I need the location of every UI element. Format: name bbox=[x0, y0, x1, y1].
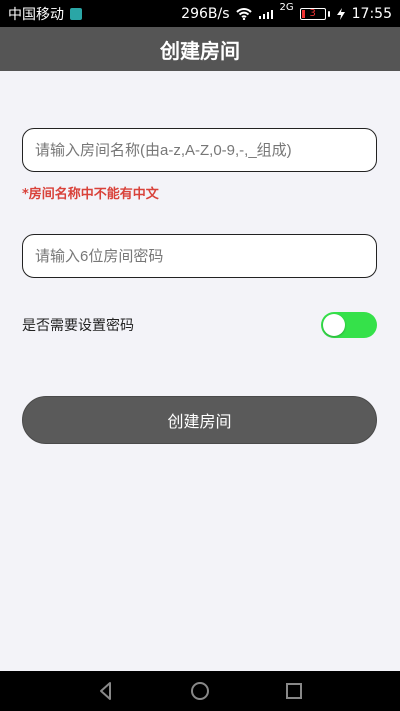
room-name-error: *房间名称中不能有中文 bbox=[22, 187, 159, 202]
signal-icon bbox=[258, 8, 274, 20]
need-password-row: 是否需要设置密码 bbox=[22, 311, 377, 339]
create-room-button[interactable]: 创建房间 bbox=[22, 396, 377, 444]
status-time: 17:55 bbox=[351, 5, 392, 22]
wifi-icon bbox=[235, 7, 252, 20]
app-notification-icon bbox=[70, 7, 82, 20]
navigation-bar bbox=[0, 671, 400, 711]
recents-icon[interactable] bbox=[282, 679, 306, 703]
status-bar: 中国移动 296B/s 2G 3 17:55 bbox=[0, 0, 400, 27]
need-password-toggle[interactable] bbox=[321, 312, 377, 338]
battery-tip bbox=[327, 10, 330, 17]
page-title: 创建房间 bbox=[160, 38, 240, 63]
charging-icon bbox=[336, 7, 346, 20]
back-icon[interactable] bbox=[94, 679, 118, 703]
app-bar: 创建房间 bbox=[0, 27, 400, 71]
battery: 3 bbox=[299, 7, 330, 20]
home-icon[interactable] bbox=[188, 679, 212, 703]
toggle-knob bbox=[323, 314, 345, 336]
battery-level: 3 bbox=[309, 7, 316, 19]
status-left: 中国移动 bbox=[8, 4, 82, 24]
need-password-label: 是否需要设置密码 bbox=[22, 318, 134, 334]
network-speed: 296B/s bbox=[181, 5, 230, 22]
carrier-name: 中国移动 bbox=[8, 6, 64, 23]
battery-icon: 3 bbox=[299, 7, 326, 20]
room-password-input[interactable] bbox=[22, 234, 377, 278]
network-type: 2G bbox=[279, 2, 294, 13]
room-name-input[interactable] bbox=[22, 128, 377, 172]
status-right: 296B/s 2G 3 17:55 bbox=[181, 2, 392, 22]
